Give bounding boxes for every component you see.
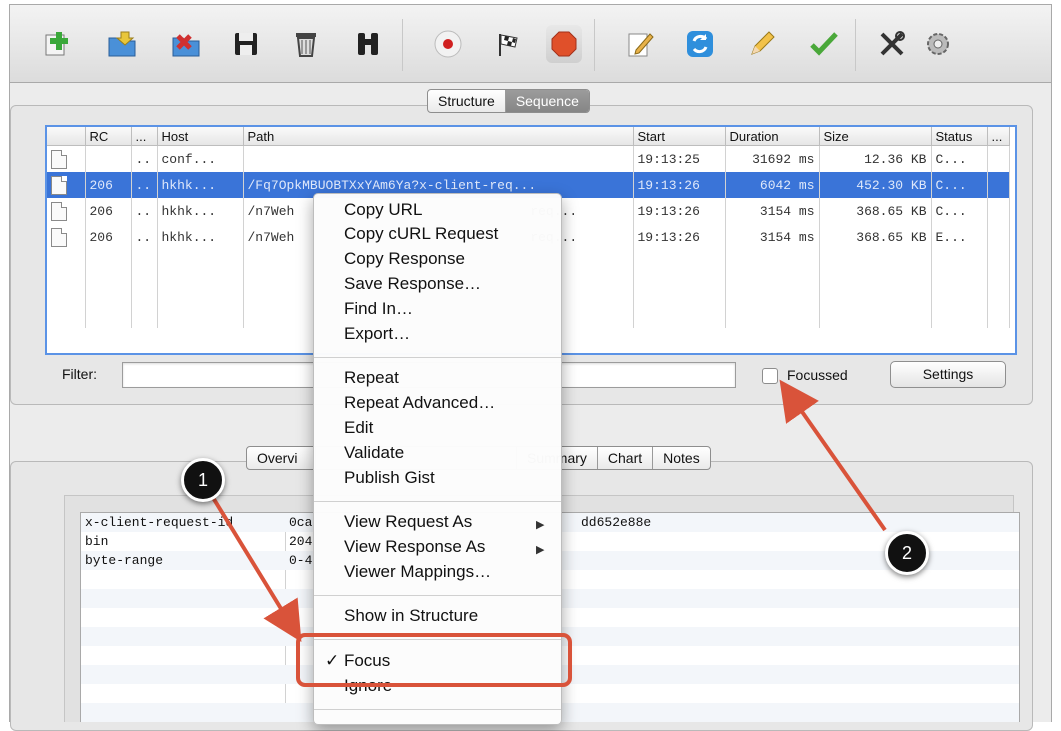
callout-badge-1: 1 — [181, 458, 225, 502]
annotation-arrows — [210, 379, 887, 643]
arrow-to-focussed-checkbox — [779, 379, 887, 532]
arrow-to-focus — [210, 494, 302, 643]
callout-badge-2: 2 — [885, 531, 929, 575]
